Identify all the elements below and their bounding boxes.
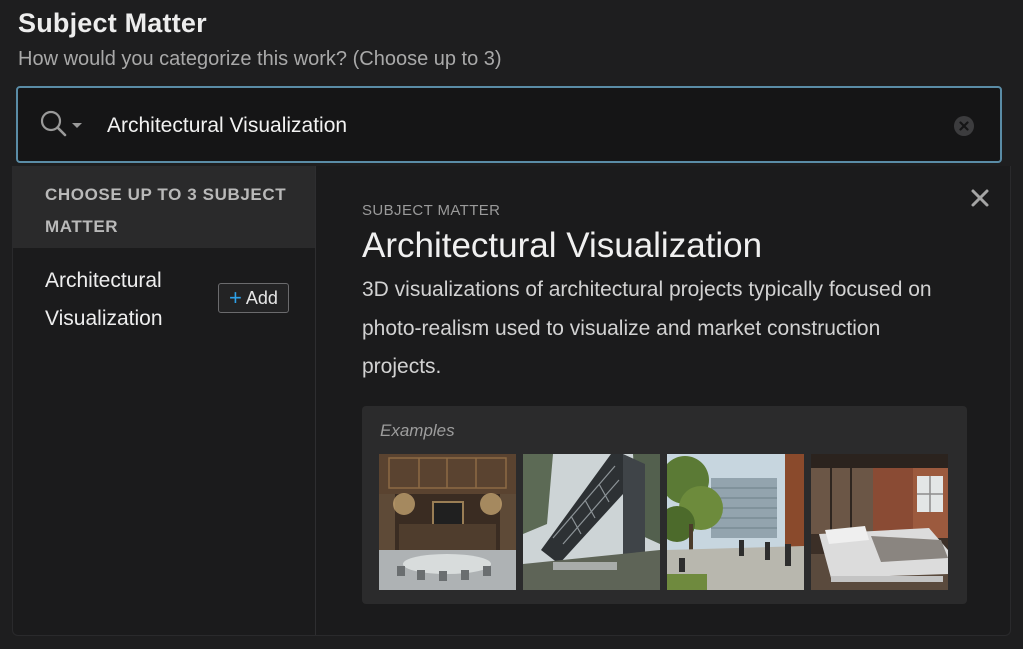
example-image-urban-courtyard[interactable] xyxy=(667,454,804,590)
chevron-down-icon xyxy=(72,123,82,128)
plus-icon: + xyxy=(229,285,242,310)
add-button-label: Add xyxy=(245,287,278,308)
search-icon xyxy=(40,110,82,137)
options-list: CHOOSE UP TO 3 SUBJECT MATTER Architectu… xyxy=(13,166,316,635)
search-scope-dropdown[interactable] xyxy=(40,110,88,140)
examples-label: Examples xyxy=(380,421,455,440)
detail-pane: SUBJECT MATTER Architectural Visualizati… xyxy=(316,166,1010,635)
detail-title: Architectural Visualization xyxy=(362,226,763,265)
page-subtitle: How would you categorize this work? (Cho… xyxy=(18,48,502,70)
options-header: CHOOSE UP TO 3 SUBJECT MATTER xyxy=(13,166,315,248)
detail-description: 3D visualizations of architectural proje… xyxy=(362,278,932,378)
option-label: Architectural Visualization xyxy=(45,269,163,330)
page-title: Subject Matter xyxy=(18,8,207,38)
search-field[interactable]: Architectural Visualization xyxy=(16,86,1002,163)
examples-box: Examples xyxy=(362,406,967,604)
add-button[interactable]: + Add xyxy=(218,283,289,313)
clear-circle-icon[interactable] xyxy=(954,116,974,136)
example-image-loft-bedroom[interactable] xyxy=(811,454,948,590)
search-input[interactable]: Architectural Visualization xyxy=(107,114,347,138)
example-image-glass-pavilion[interactable] xyxy=(523,454,660,590)
example-image-ornate-interior[interactable] xyxy=(379,454,516,590)
list-item[interactable]: Architectural Visualization + Add xyxy=(13,248,315,338)
close-icon[interactable] xyxy=(968,186,992,210)
subject-matter-dropdown-panel: CHOOSE UP TO 3 SUBJECT MATTER Architectu… xyxy=(12,166,1011,636)
detail-kicker: SUBJECT MATTER xyxy=(362,202,501,219)
